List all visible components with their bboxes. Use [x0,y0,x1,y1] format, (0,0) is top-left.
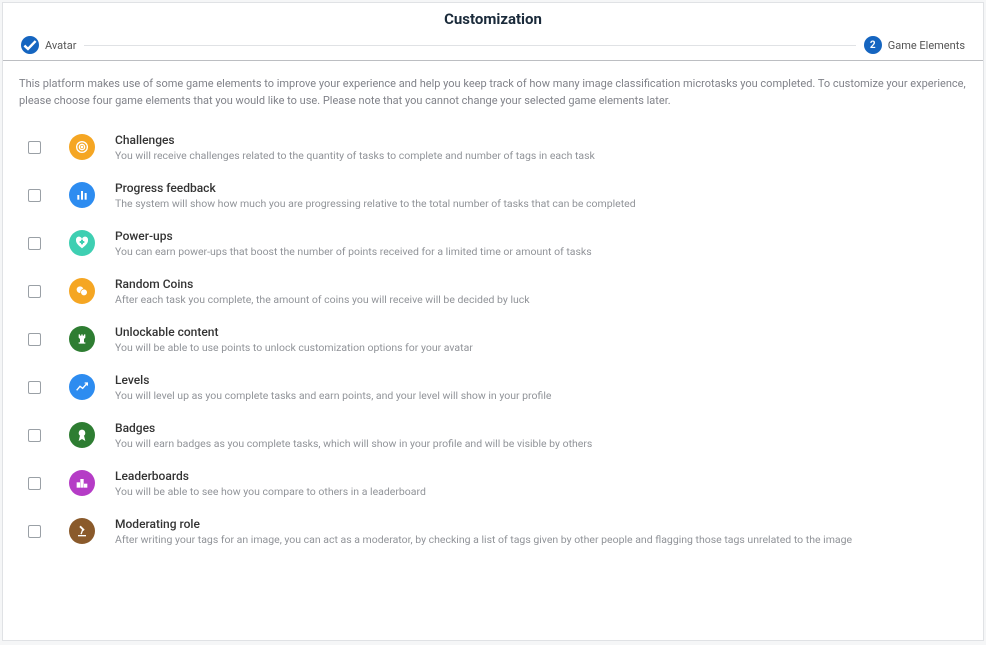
checkbox-challenges[interactable] [28,141,41,154]
item-title: Badges [115,421,592,435]
item-desc: You will receive challenges related to t… [115,149,595,162]
item-desc: The system will show how much you are pr… [115,197,636,210]
item-title: Leaderboards [115,469,426,483]
customization-panel: Customization Avatar 2 Game Elements Thi… [2,2,984,641]
item-title: Levels [115,373,551,387]
intro-text: This platform makes use of some game ele… [3,61,983,119]
item-desc: You will earn badges as you complete tas… [115,437,592,450]
item-powerups: Power-ups You can earn power-ups that bo… [19,219,967,267]
item-challenges: Challenges You will receive challenges r… [19,123,967,171]
item-progress: Progress feedback The system will show h… [19,171,967,219]
podium-icon [69,470,95,496]
rook-icon [69,326,95,352]
bar-chart-icon [69,182,95,208]
step-game-elements-label: Game Elements [888,39,965,52]
item-desc: After writing your tags for an image, yo… [115,533,852,546]
item-title: Challenges [115,133,595,147]
item-title: Power-ups [115,229,592,243]
step-connector [84,45,855,46]
item-badges: Badges You will earn badges as you compl… [19,411,967,459]
title-bar: Customization [3,3,983,36]
item-desc: You will be able to see how you compare … [115,485,426,498]
chart-line-icon [69,374,95,400]
checkbox-leaderboards[interactable] [28,477,41,490]
step-avatar-label: Avatar [45,39,76,52]
checkbox-levels[interactable] [28,381,41,394]
item-desc: You will be able to use points to unlock… [115,341,473,354]
coins-icon [69,278,95,304]
checkbox-unlockable[interactable] [28,333,41,346]
step-2-badge: 2 [864,36,882,54]
item-levels: Levels You will level up as you complete… [19,363,967,411]
check-icon [21,36,39,54]
checkbox-powerups[interactable] [28,237,41,250]
checkbox-badges[interactable] [28,429,41,442]
item-title: Random Coins [115,277,530,291]
item-desc: You will level up as you complete tasks … [115,389,551,402]
page-title: Customization [444,10,542,28]
item-leaderboards: Leaderboards You will be able to see how… [19,459,967,507]
ribbon-icon [69,422,95,448]
item-title: Unlockable content [115,325,473,339]
item-moderating: Moderating role After writing your tags … [19,507,967,555]
stepper: Avatar 2 Game Elements [3,36,983,60]
checkbox-moderating[interactable] [28,525,41,538]
gavel-icon [69,518,95,544]
heart-plus-icon [69,230,95,256]
item-unlockable: Unlockable content You will be able to u… [19,315,967,363]
step-avatar[interactable]: Avatar [21,36,76,54]
item-desc: After each task you complete, the amount… [115,293,530,306]
item-title: Moderating role [115,517,852,531]
game-element-list: Challenges You will receive challenges r… [3,119,983,555]
item-desc: You can earn power-ups that boost the nu… [115,245,592,258]
step-game-elements[interactable]: 2 Game Elements [864,36,965,54]
checkbox-progress[interactable] [28,189,41,202]
item-title: Progress feedback [115,181,636,195]
target-icon [69,134,95,160]
item-randomcoins: Random Coins After each task you complet… [19,267,967,315]
checkbox-randomcoins[interactable] [28,285,41,298]
